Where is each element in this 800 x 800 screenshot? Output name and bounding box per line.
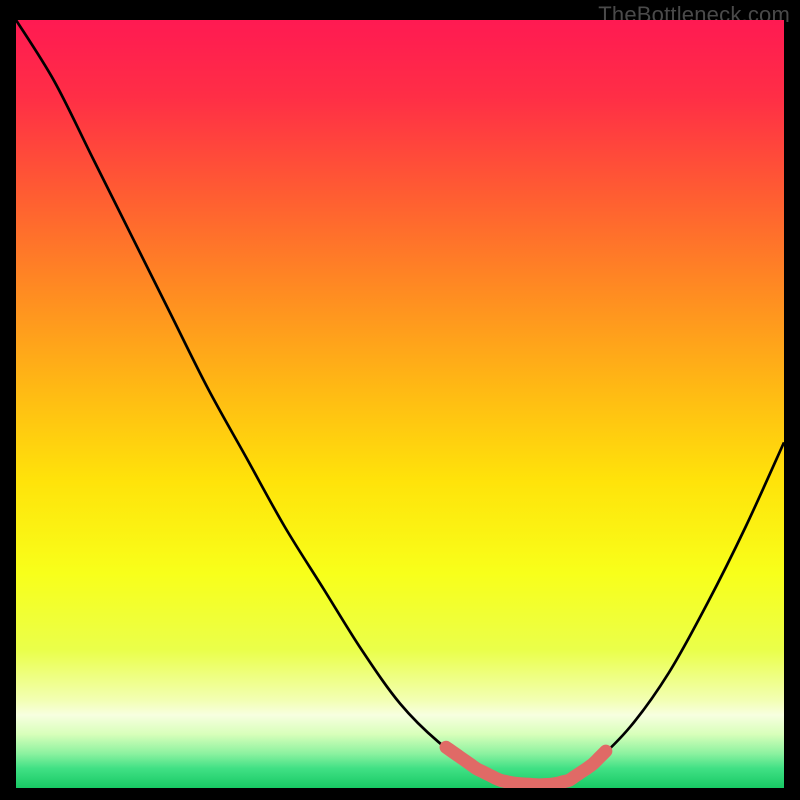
chart-stage: TheBottleneck.com	[0, 0, 800, 800]
bottleneck-curve-plot	[16, 20, 784, 788]
